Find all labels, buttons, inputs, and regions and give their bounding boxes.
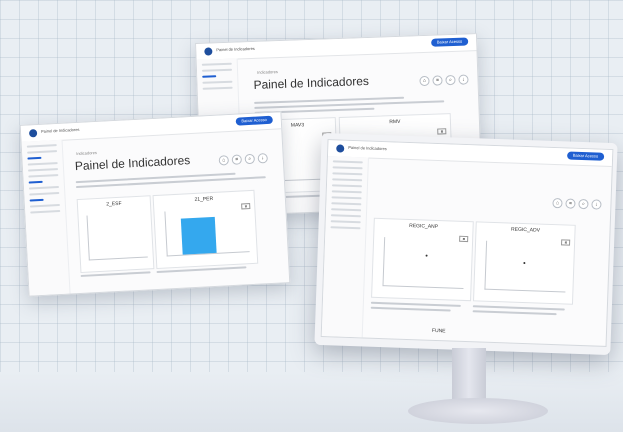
home-icon[interactable]: ⌂ — [552, 197, 563, 209]
chart-panel: 21_PER ⊞ — [152, 189, 259, 270]
search-icon[interactable]: ⌕ — [445, 74, 456, 86]
home-icon[interactable]: ⌂ — [419, 75, 430, 87]
panel-title: RMV — [389, 118, 401, 126]
bar — [180, 216, 217, 255]
breadcrumb[interactable]: Indicadores — [76, 150, 97, 156]
access-button[interactable]: Baixar Acesso — [235, 115, 273, 126]
breadcrumb[interactable]: Indicadores — [257, 69, 278, 75]
dashboard-window-left: Painel de Indicadores Baixar Acesso Indi… — [19, 111, 291, 297]
panel-title: REGIC_ADV — [510, 226, 541, 234]
brand-name: Painel de Indicadores — [40, 126, 80, 134]
brand-logo — [204, 47, 213, 56]
view-button[interactable]: ⊞ — [561, 239, 571, 246]
brand-name: Painel de Indicadores — [348, 144, 387, 152]
top-bar: Painel de Indicadores Baixar Acesso — [327, 140, 613, 168]
filter-icon[interactable]: ≡ — [565, 198, 576, 209]
page-title: Painel de Indicadores — [74, 153, 191, 174]
action-icons: ⌂ ≡ ⌕ ↓ — [419, 74, 469, 87]
brand-logo — [336, 144, 345, 153]
sidebar — [21, 139, 71, 296]
access-button[interactable]: Baixar Acesso — [566, 151, 605, 161]
view-button[interactable]: ⊞ — [459, 235, 469, 243]
sidebar — [321, 156, 369, 338]
view-button[interactable]: ⊞ — [241, 203, 251, 210]
filter-icon[interactable]: ≡ — [432, 75, 443, 86]
access-button[interactable]: Baixar Acesso — [430, 37, 469, 47]
download-icon[interactable]: ↓ — [458, 74, 469, 85]
brand-name: Painel de Indicadores — [216, 45, 255, 53]
brand-logo — [28, 129, 38, 138]
home-icon[interactable]: ⌂ — [218, 155, 230, 166]
download-icon[interactable]: ↓ — [257, 153, 269, 164]
panel-title: 21_PER — [194, 195, 214, 203]
panel-title: FUNE — [431, 327, 446, 335]
chart-panel: REGIC_ANP ⊞ — [371, 217, 474, 302]
panel-title: REGIC_ANP — [409, 223, 439, 231]
search-icon[interactable]: ⌕ — [578, 198, 589, 210]
panel-title: 2_ESF — [106, 200, 122, 208]
action-icons: ⌂ ≡ ⌕ ↓ — [552, 197, 602, 210]
chart-panel: REGIC_ADV ⊞ — [473, 221, 576, 305]
view-button[interactable]: ⊞ — [437, 128, 447, 135]
filter-icon[interactable]: ≡ — [231, 154, 243, 165]
download-icon[interactable]: ↓ — [591, 199, 602, 210]
monitor-stand-base — [408, 398, 548, 424]
chart-panel: 2_ESF — [76, 195, 155, 273]
action-icons: ⌂ ≡ ⌕ ↓ — [218, 153, 269, 166]
search-icon[interactable]: ⌕ — [244, 153, 256, 165]
dashboard-window-monitor: Painel de Indicadores Baixar Acesso ⌂ ≡ … — [320, 139, 614, 347]
page-title: Painel de Indicadores — [253, 73, 370, 92]
monitor: Painel de Indicadores Baixar Acesso ⌂ ≡ … — [314, 132, 618, 356]
